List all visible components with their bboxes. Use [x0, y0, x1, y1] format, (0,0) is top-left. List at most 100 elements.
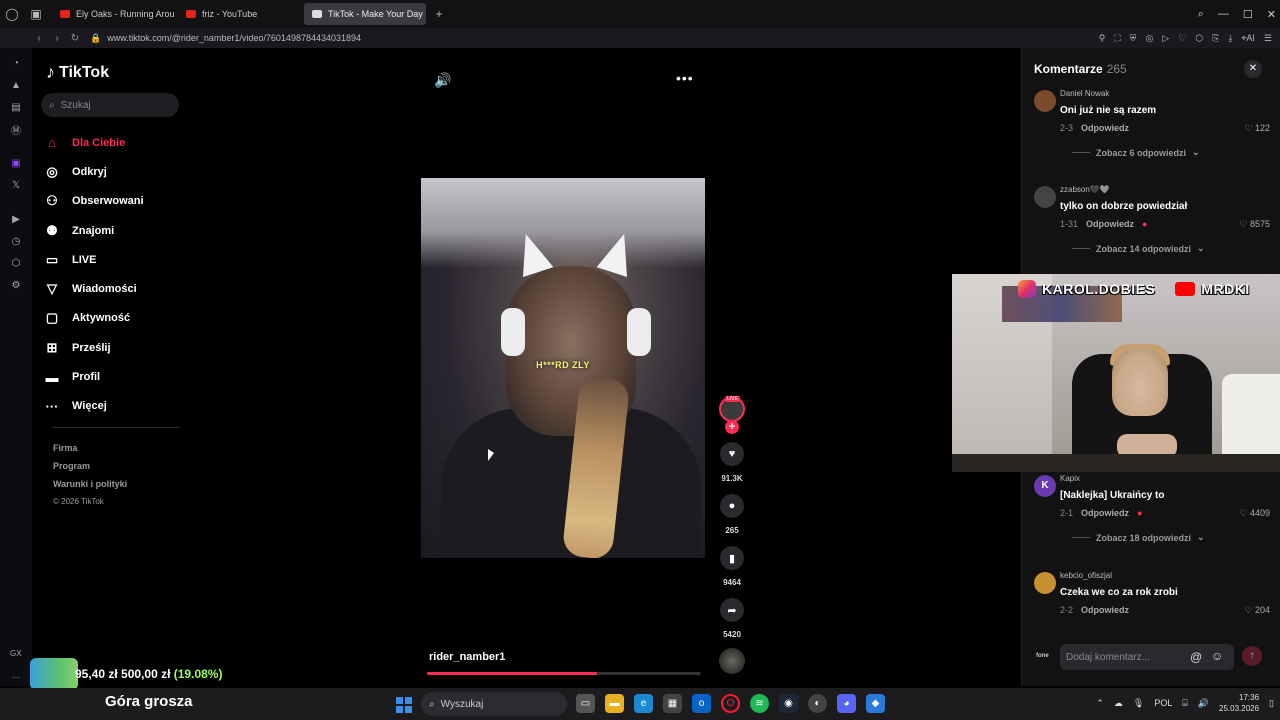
- aria-icon[interactable]: ▲: [0, 74, 32, 96]
- messenger-icon[interactable]: Ⓜ: [0, 118, 32, 140]
- more-options-icon[interactable]: •••: [676, 70, 694, 86]
- chevron-up-icon[interactable]: ⌃: [1096, 698, 1104, 709]
- cloud-icon[interactable]: ☁: [1114, 698, 1123, 709]
- play-icon[interactable]: ▷: [1162, 33, 1169, 44]
- discord-icon[interactable]: ◕: [837, 694, 856, 713]
- comment-like-button[interactable]: ♡ 4409: [1239, 508, 1270, 519]
- send-button[interactable]: ↑: [1242, 646, 1262, 666]
- video-player[interactable]: H***RD ZLY: [421, 178, 705, 558]
- opera-menu-icon[interactable]: ◯: [0, 0, 24, 28]
- tiktok-logo[interactable]: ♪ TikTok: [46, 62, 109, 83]
- reply-button[interactable]: Odpowiedz: [1081, 123, 1129, 133]
- windows-start-icon[interactable]: [396, 697, 412, 713]
- nav-item-odkryj[interactable]: ◎ Odkryj: [44, 157, 184, 186]
- maximize-button[interactable]: ☐: [1243, 8, 1253, 21]
- tab-ely-oaks[interactable]: Ely Oaks - Running Around: [52, 3, 174, 25]
- x-icon[interactable]: 𝕏: [0, 174, 32, 196]
- video-progress-bar[interactable]: [427, 672, 701, 675]
- clock[interactable]: 17:36 25.03.2026: [1219, 692, 1259, 714]
- save-button[interactable]: ▮: [720, 546, 744, 570]
- twitch-icon[interactable]: ▣: [0, 152, 32, 174]
- network-icon[interactable]: ⌸: [1182, 698, 1187, 709]
- extensions-icon[interactable]: ⬡: [1195, 33, 1203, 44]
- app-icon[interactable]: ◆: [866, 694, 885, 713]
- task-view-icon[interactable]: ▭: [576, 694, 595, 713]
- back-button[interactable]: ‹: [30, 33, 48, 44]
- mention-icon[interactable]: @: [1190, 650, 1202, 664]
- nav-item-dla-ciebie[interactable]: ⌂ Dla Ciebie: [44, 128, 184, 157]
- edge-icon[interactable]: e: [634, 694, 653, 713]
- opera-icon[interactable]: O: [721, 694, 740, 713]
- forward-button[interactable]: ›: [48, 33, 66, 44]
- nav-item-prze-lij[interactable]: ⊞ Prześlij: [44, 333, 184, 362]
- heart-icon[interactable]: ♡: [1178, 33, 1186, 44]
- mic-icon[interactable]: 🎙: [1133, 698, 1144, 709]
- minimize-button[interactable]: —: [1218, 8, 1229, 20]
- comment-input[interactable]: [1060, 644, 1234, 670]
- volume-icon[interactable]: 🔊: [1198, 698, 1209, 709]
- follow-button[interactable]: +: [725, 420, 739, 434]
- footer-link-terms[interactable]: Warunki i polityki: [53, 475, 127, 493]
- history-icon[interactable]: ◷: [0, 230, 32, 252]
- reload-button[interactable]: ↻: [66, 33, 84, 44]
- download-icon[interactable]: ⤓: [1228, 33, 1232, 44]
- url-field[interactable]: 🔒 www.tiktok.com/@rider_namber1/video/76…: [90, 33, 361, 44]
- pin-icon[interactable]: ⚲: [1099, 33, 1106, 44]
- nav-item-wi-cej[interactable]: ··· Więcej: [44, 392, 184, 421]
- share-icon[interactable]: ⎘: [1212, 33, 1219, 44]
- ai-icon[interactable]: ⌖AI: [1241, 33, 1255, 44]
- nav-item-profil[interactable]: ▬ Profil: [44, 362, 184, 391]
- nav-item-znajomi[interactable]: ⚉ Znajomi: [44, 216, 184, 245]
- language-indicator[interactable]: POL: [1154, 698, 1172, 708]
- comment-like-button[interactable]: ♡ 122: [1244, 123, 1270, 134]
- nav-item-live[interactable]: ▭ LIVE: [44, 245, 184, 274]
- reply-button[interactable]: Odpowiedz: [1081, 508, 1129, 518]
- tab-tiktok[interactable]: TikTok - Make Your Day: [304, 3, 426, 25]
- search-input[interactable]: ⌕ Szukaj: [41, 93, 179, 117]
- image-icon[interactable]: ▤: [0, 96, 32, 118]
- player-icon[interactable]: ▶: [0, 208, 32, 230]
- close-window-button[interactable]: ✕: [1267, 8, 1276, 21]
- snapshot-icon[interactable]: ⛶: [1114, 33, 1120, 44]
- view-replies-button[interactable]: Zobacz 14 odpowiedzi ⌄: [1072, 243, 1205, 254]
- speed-dial-icon[interactable]: ◔: [0, 52, 32, 74]
- view-replies-button[interactable]: Zobacz 6 odpowiedzi ⌄: [1072, 147, 1200, 158]
- search-tabs-icon[interactable]: ⌕: [1198, 8, 1204, 21]
- commenter-name[interactable]: Daniel Nowak: [1060, 89, 1109, 98]
- like-button[interactable]: ♥: [720, 442, 744, 466]
- music-disc[interactable]: [719, 648, 745, 674]
- reply-button[interactable]: Odpowiedz: [1081, 605, 1129, 615]
- close-comments-button[interactable]: ✕: [1244, 60, 1262, 78]
- steam-icon[interactable]: ◉: [779, 694, 798, 713]
- extensions-icon[interactable]: ⬡: [0, 252, 32, 274]
- shield-icon[interactable]: ⛨: [1130, 33, 1137, 44]
- comment-like-button[interactable]: ♡ 204: [1244, 605, 1270, 616]
- footer-link-company[interactable]: Firma: [53, 439, 127, 457]
- view-replies-button[interactable]: Zobacz 18 odpowiedzi ⌄: [1072, 532, 1205, 543]
- share-button[interactable]: ➦: [720, 598, 744, 622]
- commenter-name[interactable]: zzabson🖤🩶: [1060, 185, 1110, 194]
- emoji-icon[interactable]: ☺: [1211, 649, 1223, 663]
- nav-item-aktywno-[interactable]: ▢ Aktywność: [44, 304, 184, 333]
- outlook-icon[interactable]: o: [692, 694, 711, 713]
- volume-icon[interactable]: 🔊: [434, 72, 451, 89]
- commenter-name[interactable]: Kapix: [1060, 474, 1080, 483]
- vpn-icon[interactable]: ◎: [1145, 33, 1153, 44]
- creator-avatar[interactable]: LIVE: [719, 396, 745, 422]
- file-explorer-icon[interactable]: ▬: [605, 694, 624, 713]
- commenter-avatar[interactable]: [1034, 186, 1056, 208]
- nav-item-obserwowani[interactable]: ⚇ Obserwowani: [44, 187, 184, 216]
- commenter-name[interactable]: kebcio_ofiszjal: [1060, 571, 1112, 580]
- reply-button[interactable]: Odpowiedz: [1086, 219, 1134, 229]
- commenter-avatar[interactable]: [1034, 572, 1056, 594]
- settings-icon[interactable]: ⚙: [0, 274, 32, 296]
- nav-item-wiadomo-ci[interactable]: ▽ Wiadomości: [44, 274, 184, 303]
- store-icon[interactable]: ▦: [663, 694, 682, 713]
- comment-button[interactable]: ●: [720, 494, 744, 518]
- tab-friz-youtube[interactable]: friz - YouTube: [178, 3, 300, 25]
- menu-icon[interactable]: ☰: [1264, 33, 1272, 44]
- notifications-icon[interactable]: ▯: [1269, 698, 1274, 709]
- workspaces-icon[interactable]: ▣: [24, 0, 48, 28]
- commenter-avatar[interactable]: [1034, 90, 1056, 112]
- spotify-icon[interactable]: ≋: [750, 694, 769, 713]
